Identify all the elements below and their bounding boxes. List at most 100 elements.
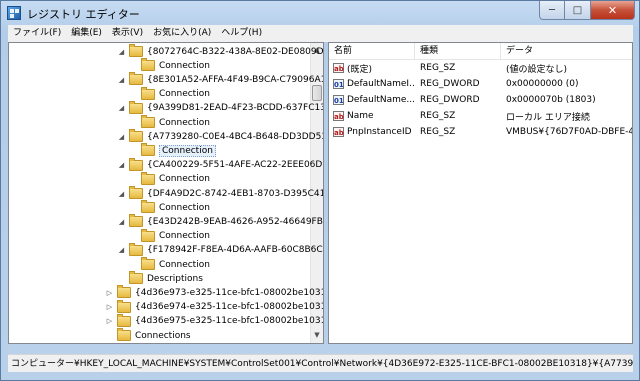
tree-node-label: {F178942F-F8EA-4D6A-AAFB-60C8B6CB bbox=[147, 245, 324, 256]
collapse-arrow-icon[interactable]: ◢ bbox=[117, 246, 126, 254]
tree-node[interactable]: ◢ {8E301A52-AFFA-4F49-B9CA-C79096A1A bbox=[117, 72, 324, 87]
column-data[interactable]: データ bbox=[501, 43, 632, 59]
collapse-arrow-icon[interactable]: ◢ bbox=[117, 190, 126, 198]
value-type: REG_SZ bbox=[420, 111, 456, 121]
folder-icon bbox=[129, 157, 143, 171]
column-name[interactable]: 名前 bbox=[329, 43, 415, 59]
title-bar[interactable]: レジストリ エディター ─ □ ✕ bbox=[1, 1, 639, 25]
tree-node[interactable]: ◢ {F178942F-F8EA-4D6A-AAFB-60C8B6CB bbox=[117, 242, 324, 258]
folder-icon bbox=[117, 299, 131, 313]
window-title: レジストリ エディター bbox=[27, 8, 140, 21]
collapse-arrow-icon[interactable]: ◢ bbox=[117, 133, 126, 141]
tree-node[interactable]: Connections bbox=[105, 328, 191, 343]
minimize-button[interactable]: ─ bbox=[539, 1, 565, 20]
value-data: VMBUS¥{76D7F0AD-DBFE-4B bbox=[506, 127, 632, 137]
menu-edit[interactable]: 編集(E) bbox=[66, 25, 107, 42]
tree-node[interactable]: Connection bbox=[129, 58, 210, 73]
tree-node-label: Connection bbox=[159, 259, 210, 270]
folder-icon bbox=[129, 242, 143, 256]
tree-node[interactable]: ◢ {DF4A9D2C-8742-4EB1-8703-D395C4183 bbox=[117, 186, 324, 201]
folder-icon bbox=[141, 228, 155, 242]
menu-help[interactable]: ヘルプ(H) bbox=[216, 25, 267, 42]
value-row[interactable]: ab PnpInstanceID REG_SZ VMBUS¥{76D7F0AD-DBF… bbox=[329, 124, 632, 140]
tree-node[interactable]: Connection bbox=[129, 143, 216, 158]
tree-node[interactable]: ◢ {E43D242B-9EAB-4626-A952-46649FBB9 bbox=[117, 214, 324, 229]
tree-node[interactable]: ◢ {A7739280-C0E4-4BC4-B648-DD3DD537 bbox=[117, 129, 323, 144]
expand-arrow-icon[interactable]: ▷ bbox=[105, 289, 114, 297]
collapse-arrow-icon[interactable]: ◢ bbox=[117, 104, 126, 112]
tree-node-label: Connection bbox=[159, 60, 210, 71]
window-splitter-gap bbox=[8, 344, 633, 354]
folder-icon bbox=[129, 214, 143, 228]
tree-node-label: {8E301A52-AFFA-4F49-B9CA-C79096A1A bbox=[147, 74, 324, 85]
menu-bar: ファイル(F) 編集(E) 表示(V) お気に入り(A) ヘルプ(H) bbox=[8, 25, 633, 42]
value-row[interactable]: ab Name REG_SZ ローカル エリア接続 bbox=[329, 108, 632, 124]
tree-node-label: Connection bbox=[159, 89, 210, 100]
registry-editor-window: レジストリ エディター ─ □ ✕ ファイル(F) 編集(E) 表示(V) お気… bbox=[0, 0, 640, 381]
tree-node-label: Connections bbox=[135, 330, 191, 341]
tree-node[interactable]: Connection bbox=[129, 86, 210, 102]
tree-node-label: Connection bbox=[159, 202, 210, 213]
collapse-arrow-icon[interactable]: ◢ bbox=[117, 218, 126, 226]
collapse-arrow-icon[interactable]: ◢ bbox=[117, 161, 126, 169]
tree-node[interactable]: ▷ {4d36e973-e325-11ce-bfc1-08002be10318} bbox=[105, 285, 324, 300]
value-data: 0x00000000 (0) bbox=[506, 79, 579, 89]
column-type[interactable]: 種類 bbox=[415, 43, 501, 59]
collapse-arrow-icon[interactable]: ◢ bbox=[117, 76, 126, 84]
scroll-thumb[interactable] bbox=[312, 85, 322, 101]
folder-icon bbox=[129, 100, 143, 114]
close-button[interactable]: ✕ bbox=[591, 1, 635, 20]
status-bar-key-path: コンピューター¥HKEY_LOCAL_MACHINE¥SYSTEM¥Contro… bbox=[8, 354, 633, 372]
tree-node[interactable]: ◢ {8072764C-B322-438A-8E02-DE0809DA9 bbox=[117, 44, 324, 59]
tree-node[interactable]: ◢ {CA400229-5F51-4AFE-AC22-2EEE06DD4 bbox=[117, 157, 324, 173]
tree-node-label: {4d36e975-e325-11ce-bfc1-08002be10318} bbox=[135, 316, 324, 327]
tree-node[interactable]: Descriptions bbox=[117, 271, 203, 286]
tree-node-label: {E43D242B-9EAB-4626-A952-46649FBB9 bbox=[147, 216, 324, 227]
tree-node-label: {8072764C-B322-438A-8E02-DE0809DA9 bbox=[147, 46, 324, 57]
string-value-icon: ab bbox=[333, 127, 344, 137]
tree-node-label: Connection bbox=[159, 144, 216, 157]
value-name: DefaultName... bbox=[347, 95, 415, 105]
tree-node[interactable]: Connection bbox=[129, 228, 210, 244]
value-data: 0x0000070b (1803) bbox=[506, 95, 596, 105]
list-column-header: 名前 種類 データ bbox=[329, 43, 632, 60]
value-type: REG_SZ bbox=[420, 63, 456, 73]
tree-node-label: {4d36e973-e325-11ce-bfc1-08002be10318} bbox=[135, 287, 324, 298]
tree-node-label: {4d36e974-e325-11ce-bfc1-08002be10318} bbox=[135, 302, 324, 313]
tree-node[interactable]: ◢ {9A399D81-2EAD-4F23-BCDD-637FC13D bbox=[117, 100, 324, 116]
tree-node[interactable]: Connection bbox=[129, 200, 210, 215]
registry-key-tree[interactable]: ▲ ▼ ◢ {8072764C-B322-438A-8E02-DE0809DA9 C… bbox=[8, 42, 324, 344]
value-type: REG_SZ bbox=[420, 127, 456, 137]
value-row[interactable]: ab (既定) REG_SZ (値の設定なし) bbox=[329, 60, 632, 76]
expand-arrow-icon[interactable]: ▷ bbox=[105, 317, 114, 325]
tree-node[interactable]: Connection bbox=[129, 171, 210, 187]
folder-icon bbox=[117, 328, 131, 341]
folder-icon bbox=[141, 200, 155, 214]
tree-node[interactable]: Connection bbox=[129, 257, 210, 272]
value-row[interactable]: 01 DefaultName... REG_DWORD 0x0000070b (180… bbox=[329, 92, 632, 108]
registry-value-list[interactable]: 名前 種類 データ ab (既定) REG_SZ (値の設定なし) 01 DefaultN… bbox=[328, 42, 633, 344]
tree-node[interactable]: Connection bbox=[129, 115, 210, 130]
value-name: (既定) bbox=[347, 64, 373, 75]
scroll-down-arrow-icon[interactable]: ▼ bbox=[312, 329, 322, 342]
collapse-arrow-icon[interactable]: ◢ bbox=[117, 48, 126, 56]
tree-node-label: {CA400229-5F51-4AFE-AC22-2EEE06DD4 bbox=[147, 160, 324, 171]
tree-node-label: Connection bbox=[159, 117, 210, 128]
menu-favorites[interactable]: お気に入り(A) bbox=[148, 25, 216, 42]
folder-icon bbox=[129, 44, 143, 57]
tree-node-label: Connection bbox=[159, 174, 210, 185]
menu-file[interactable]: ファイル(F) bbox=[8, 25, 66, 42]
tree-node-label: {9A399D81-2EAD-4F23-BCDD-637FC13D bbox=[147, 103, 324, 114]
tree-node-label: Descriptions bbox=[147, 273, 203, 284]
maximize-button[interactable]: □ bbox=[565, 1, 591, 20]
folder-icon bbox=[129, 186, 143, 199]
tree-node[interactable]: ▷ {4d36e974-e325-11ce-bfc1-08002be10318} bbox=[105, 299, 324, 315]
folder-icon bbox=[141, 257, 155, 270]
value-row[interactable]: 01 DefaultNameI... REG_DWORD 0x00000000 (0) bbox=[329, 76, 632, 92]
menu-view[interactable]: 表示(V) bbox=[107, 25, 148, 42]
tree-node-label: {DF4A9D2C-8742-4EB1-8703-D395C4183 bbox=[147, 188, 324, 199]
folder-icon bbox=[141, 115, 155, 128]
folder-icon bbox=[141, 171, 155, 185]
tree-node[interactable]: ▷ {4d36e975-e325-11ce-bfc1-08002be10318} bbox=[105, 313, 324, 329]
expand-arrow-icon[interactable]: ▷ bbox=[105, 303, 114, 311]
